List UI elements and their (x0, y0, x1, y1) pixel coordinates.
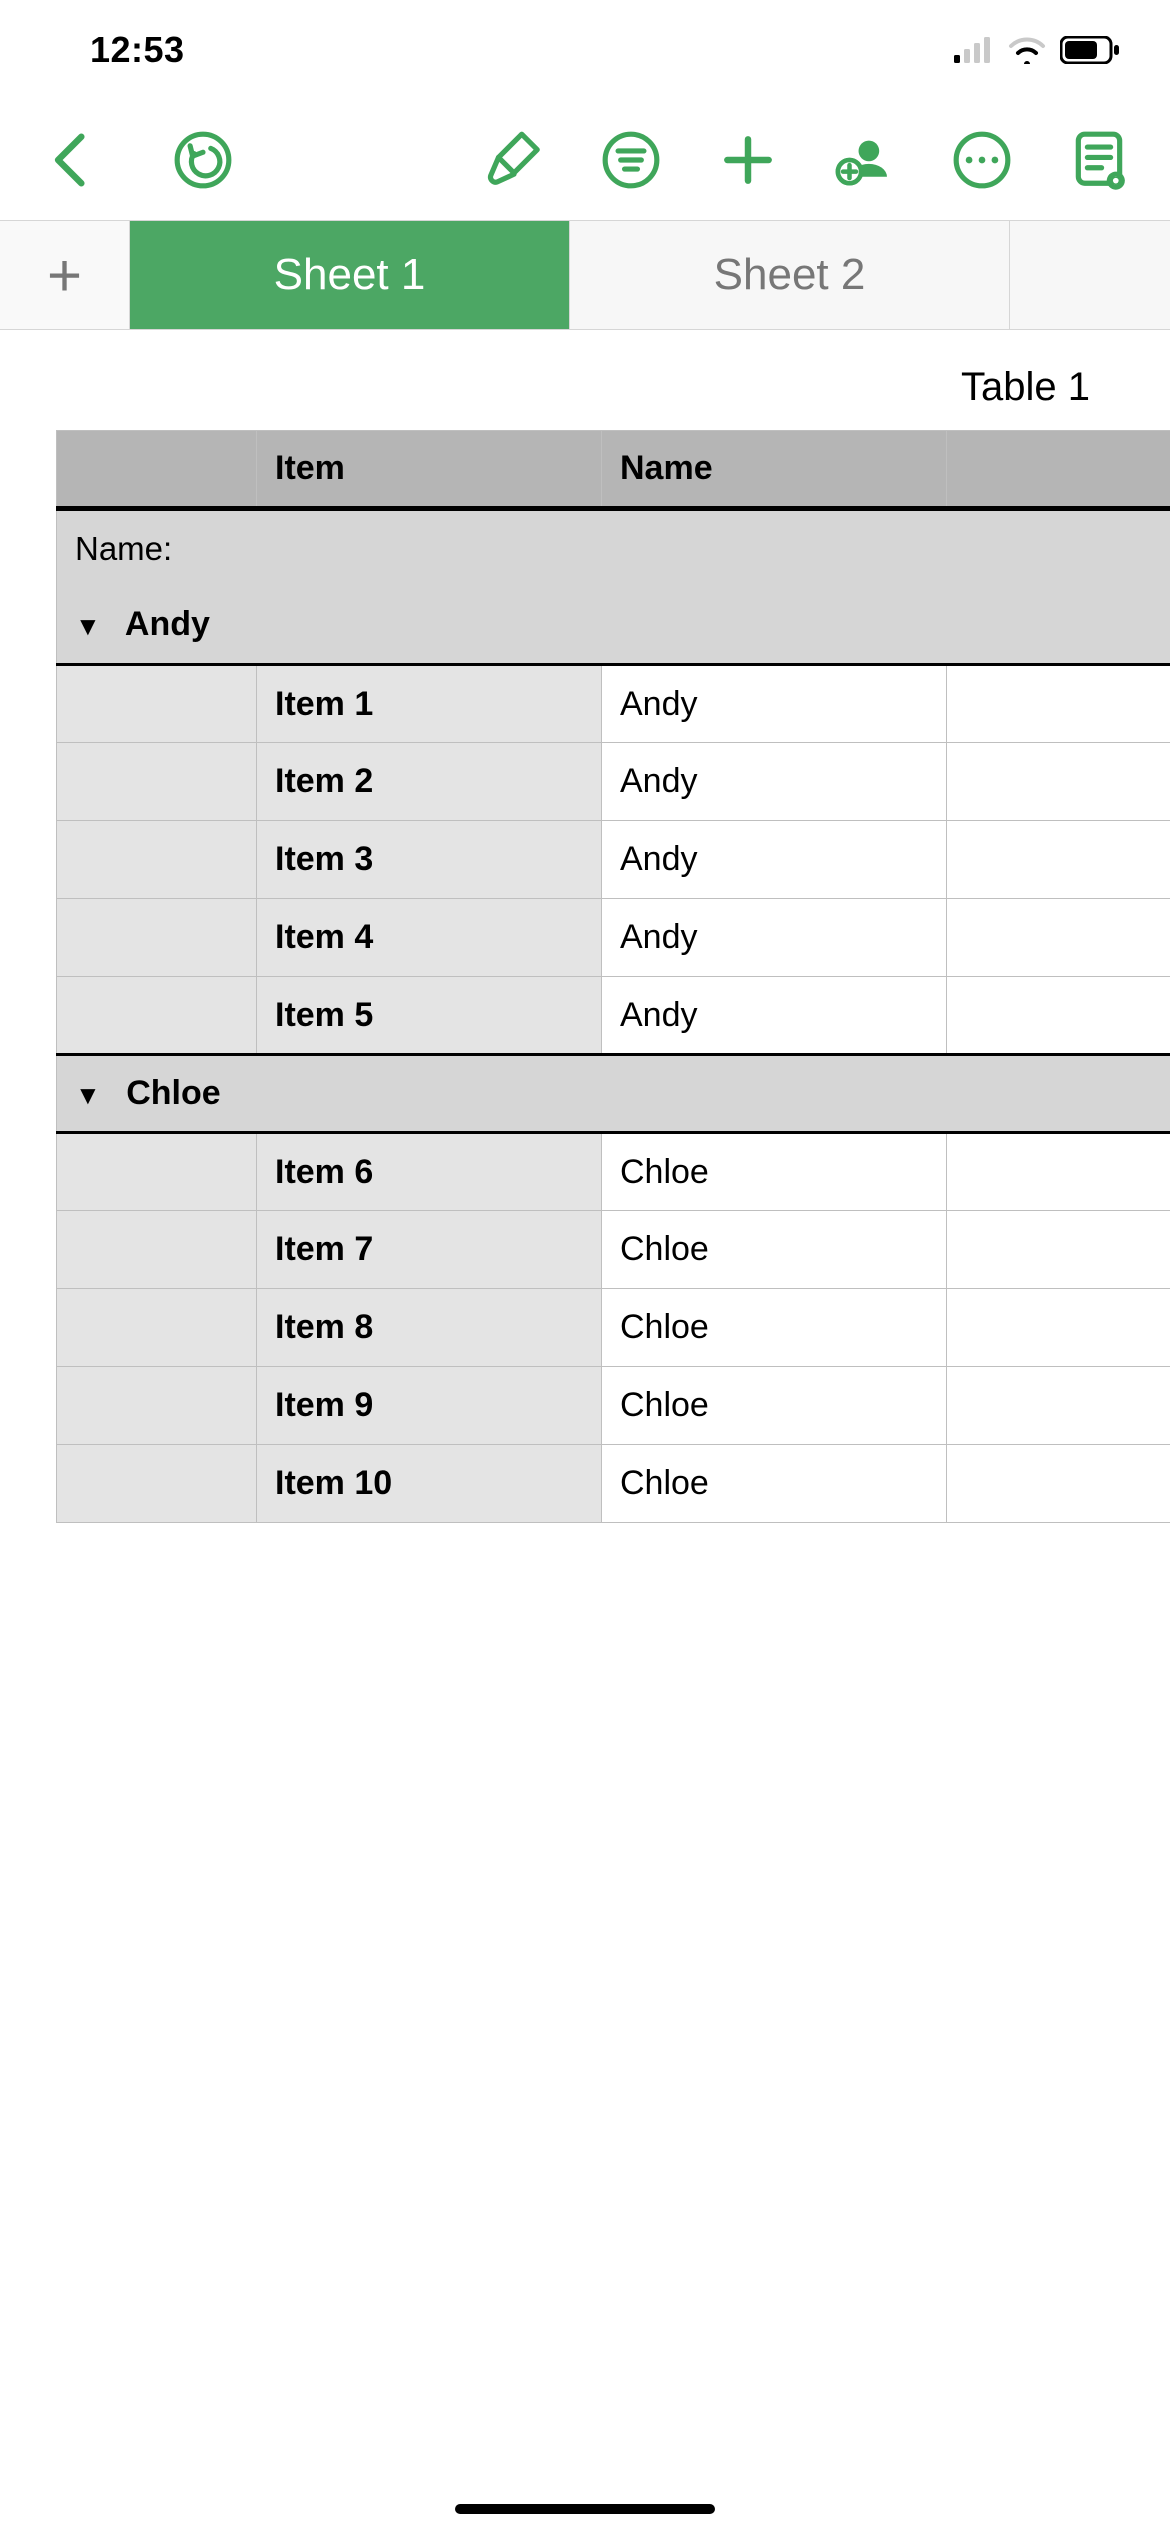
back-button[interactable] (40, 129, 102, 191)
sheet-tab-2[interactable]: Sheet 2 (570, 221, 1010, 329)
item-cell[interactable]: Item 4 (257, 899, 602, 977)
table-title[interactable]: Table 1 (0, 330, 1170, 430)
category-group-row[interactable]: ▼ Andy (57, 587, 1170, 665)
item-cell[interactable]: Item 5 (257, 977, 602, 1055)
table-row[interactable]: Item 4 Andy (57, 899, 1170, 977)
category-group-row[interactable]: ▼ Chloe (57, 1055, 1170, 1133)
table-row[interactable]: Item 2 Andy (57, 743, 1170, 821)
name-cell[interactable]: Chloe (602, 1367, 947, 1445)
name-cell[interactable]: Chloe (602, 1133, 947, 1211)
sheet-tab-label: Sheet 2 (714, 250, 866, 300)
wifi-icon (1008, 36, 1046, 64)
toolbar (0, 100, 1170, 220)
table-header-cell[interactable]: Item (257, 431, 602, 509)
item-cell[interactable]: Item 10 (257, 1445, 602, 1523)
empty-cell[interactable] (947, 899, 1170, 977)
item-cell[interactable]: Item 3 (257, 821, 602, 899)
name-cell[interactable]: Andy (602, 743, 947, 821)
disclosure-triangle-icon[interactable]: ▼ (75, 1080, 101, 1111)
table-header-row[interactable]: Item Name (57, 431, 1170, 509)
empty-cell[interactable] (947, 821, 1170, 899)
table-row[interactable]: Item 5 Andy (57, 977, 1170, 1055)
table-row[interactable]: Item 6 Chloe (57, 1133, 1170, 1211)
name-cell[interactable]: Chloe (602, 1211, 947, 1289)
home-indicator[interactable] (455, 2504, 715, 2514)
empty-cell[interactable] (947, 665, 1170, 743)
more-button[interactable] (951, 129, 1013, 191)
row-header-cell[interactable] (57, 1445, 257, 1523)
sheet-tabs: + Sheet 1 Sheet 2 (0, 220, 1170, 330)
disclosure-triangle-icon[interactable]: ▼ (75, 611, 101, 642)
row-header-cell[interactable] (57, 977, 257, 1055)
add-sheet-button[interactable]: + (0, 221, 130, 329)
category-label-row[interactable]: Name: (57, 509, 1170, 587)
empty-cell[interactable] (947, 1289, 1170, 1367)
insert-button[interactable] (717, 129, 779, 191)
category-group-name: Andy (125, 605, 210, 643)
filter-button[interactable] (600, 129, 662, 191)
empty-cell[interactable] (947, 1445, 1170, 1523)
name-cell[interactable]: Andy (602, 977, 947, 1055)
item-cell[interactable]: Item 2 (257, 743, 602, 821)
table-header-cell[interactable] (947, 431, 1170, 509)
table-row[interactable]: Item 1 Andy (57, 665, 1170, 743)
row-header-cell[interactable] (57, 1133, 257, 1211)
battery-icon (1060, 36, 1120, 64)
table-row[interactable]: Item 8 Chloe (57, 1289, 1170, 1367)
row-header-cell[interactable] (57, 821, 257, 899)
empty-cell[interactable] (947, 743, 1170, 821)
empty-cell[interactable] (947, 1367, 1170, 1445)
row-header-cell[interactable] (57, 1289, 257, 1367)
table-row[interactable]: Item 9 Chloe (57, 1367, 1170, 1445)
table-header-cell[interactable] (57, 431, 257, 509)
row-header-cell[interactable] (57, 899, 257, 977)
item-cell[interactable]: Item 8 (257, 1289, 602, 1367)
row-header-cell[interactable] (57, 743, 257, 821)
table-header-cell[interactable]: Name (602, 431, 947, 509)
format-brush-button[interactable] (483, 129, 545, 191)
item-cell[interactable]: Item 7 (257, 1211, 602, 1289)
item-cell[interactable]: Item 6 (257, 1133, 602, 1211)
sheet-tab-overflow (1010, 221, 1170, 329)
cellular-signal-icon (954, 37, 994, 63)
plus-icon: + (47, 241, 82, 310)
empty-cell[interactable] (947, 1133, 1170, 1211)
table-row[interactable]: Item 10 Chloe (57, 1445, 1170, 1523)
empty-cell[interactable] (947, 1211, 1170, 1289)
status-bar: 12:53 (0, 0, 1170, 100)
name-cell[interactable]: Andy (602, 821, 947, 899)
row-header-cell[interactable] (57, 665, 257, 743)
name-cell[interactable]: Chloe (602, 1289, 947, 1367)
category-field-label: Name: (57, 509, 1170, 587)
name-cell[interactable]: Andy (602, 665, 947, 743)
status-indicators (954, 36, 1120, 64)
sheet-tab-label: Sheet 1 (274, 250, 426, 300)
reading-view-button[interactable] (1068, 129, 1130, 191)
item-cell[interactable]: Item 9 (257, 1367, 602, 1445)
status-time: 12:53 (90, 29, 185, 71)
spreadsheet-table[interactable]: Item Name Name: ▼ Andy Item 1 Andy Item … (56, 430, 1170, 1523)
undo-button[interactable] (172, 129, 234, 191)
collaborate-button[interactable] (834, 129, 896, 191)
item-cell[interactable]: Item 1 (257, 665, 602, 743)
row-header-cell[interactable] (57, 1367, 257, 1445)
name-cell[interactable]: Chloe (602, 1445, 947, 1523)
table-row[interactable]: Item 7 Chloe (57, 1211, 1170, 1289)
row-header-cell[interactable] (57, 1211, 257, 1289)
sheet-tab-1[interactable]: Sheet 1 (130, 221, 570, 329)
empty-cell[interactable] (947, 977, 1170, 1055)
name-cell[interactable]: Andy (602, 899, 947, 977)
table-row[interactable]: Item 3 Andy (57, 821, 1170, 899)
category-group-name: Chloe (126, 1074, 220, 1112)
